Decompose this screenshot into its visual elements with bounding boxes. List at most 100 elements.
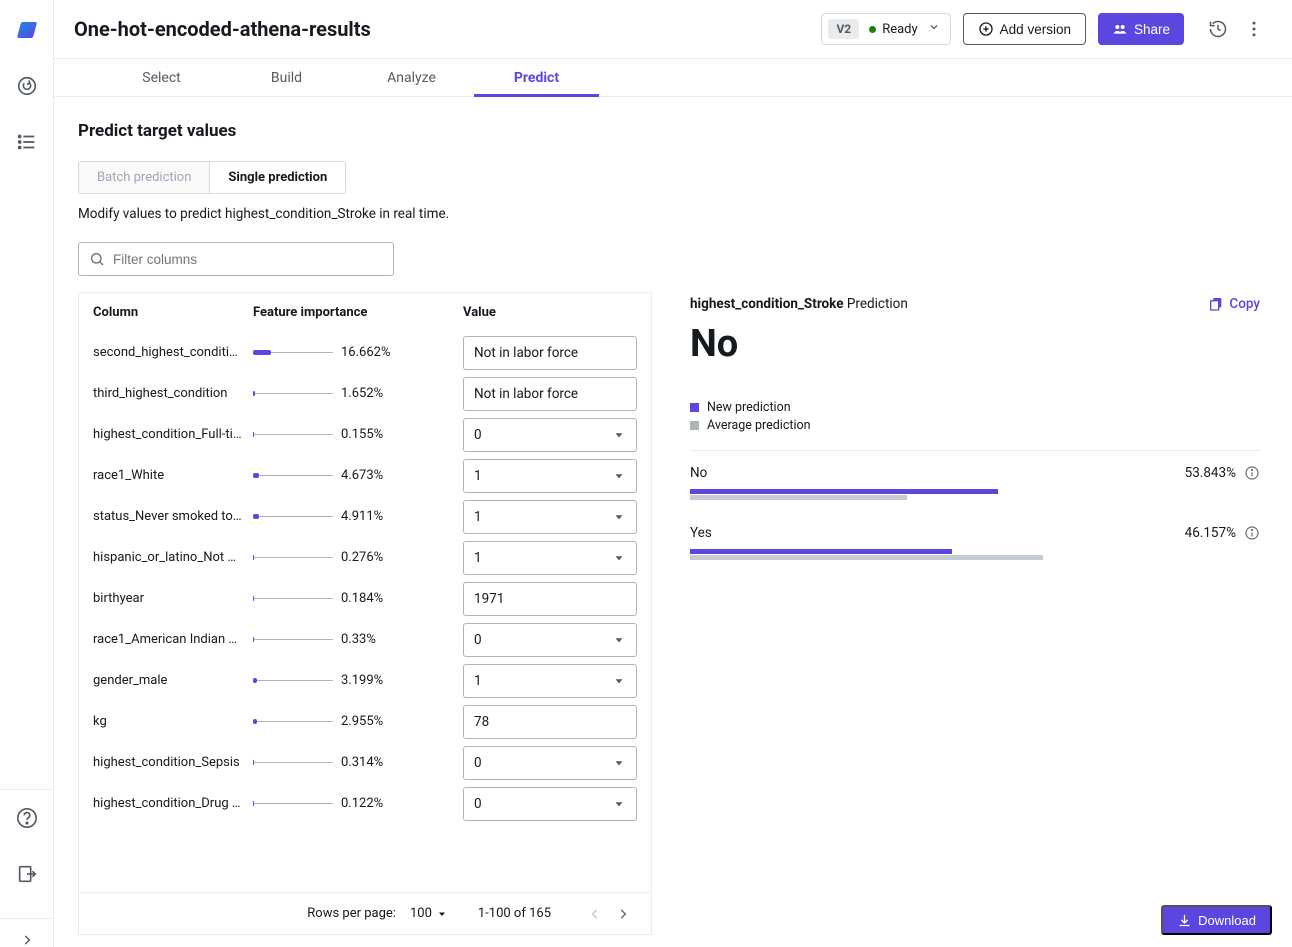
page-title: One-hot-encoded-athena-results (74, 17, 821, 41)
value-input[interactable]: 0 (463, 787, 637, 821)
value-input[interactable]: 78 (463, 705, 637, 739)
feature-importance: 0.33% (253, 632, 463, 647)
value-input[interactable]: 0 (463, 623, 637, 657)
prediction-title: highest_condition_Stroke Prediction (690, 296, 908, 312)
column-name: gender_male (93, 673, 253, 688)
copy-button[interactable]: Copy (1208, 296, 1260, 312)
feature-importance: 3.199% (253, 673, 463, 688)
rpp-label: Rows per page: (307, 906, 396, 921)
add-version-label: Add version (1000, 22, 1071, 37)
column-name: race1_American Indian or ... (93, 632, 253, 647)
share-label: Share (1134, 22, 1170, 37)
legend-new-swatch (690, 403, 699, 412)
refresh-circle-icon[interactable] (15, 74, 39, 98)
column-name: highest_condition_Full-ti... (93, 427, 253, 442)
value-input[interactable]: 1 (463, 541, 637, 575)
table-row: race1_American Indian or ...0.33%0 (79, 619, 651, 660)
value-input[interactable]: 0 (463, 746, 637, 780)
legend: New prediction Average prediction (690, 400, 1260, 436)
share-button[interactable]: Share (1098, 13, 1184, 45)
feature-importance: 4.911% (253, 509, 463, 524)
legend-avg-swatch (690, 421, 699, 430)
table-row: hispanic_or_latino_Not Hi...0.276%1 (79, 537, 651, 578)
feature-importance: 4.673% (253, 468, 463, 483)
table-row: kg2.955%78 (79, 701, 651, 742)
feature-importance: 0.155% (253, 427, 463, 442)
value-input[interactable]: 1971 (463, 582, 637, 616)
th-column: Column (93, 305, 253, 320)
table-row: third_highest_condition1.652%Not in labo… (79, 373, 651, 414)
status-dot (869, 26, 876, 33)
list-icon[interactable] (15, 130, 39, 154)
column-name: race1_White (93, 468, 253, 483)
range-text: 1-100 of 165 (478, 906, 551, 921)
table-row: highest_condition_Full-ti...0.155%0 (79, 414, 651, 455)
info-icon[interactable] (1244, 525, 1260, 541)
tab-analyze[interactable]: Analyze (349, 59, 474, 97)
column-name: highest_condition_Drug o... (93, 796, 253, 811)
table-row: second_highest_condition16.662%Not in la… (79, 332, 651, 373)
hint-text: Modify values to predict highest_conditi… (78, 206, 1276, 222)
add-version-button[interactable]: Add version (963, 13, 1086, 45)
status-text: Ready (882, 22, 917, 37)
th-value: Value (463, 305, 637, 320)
main-tabs: Select Build Analyze Predict (54, 59, 1292, 97)
value-input[interactable]: 1 (463, 500, 637, 534)
prediction-result: No (690, 322, 1260, 366)
column-name: second_highest_condition (93, 345, 253, 360)
table-row: highest_condition_Drug o...0.122%0 (79, 783, 651, 824)
feature-importance: 0.314% (253, 755, 463, 770)
table-row: race1_White4.673%1 (79, 455, 651, 496)
th-feature-importance: Feature importance (253, 305, 463, 320)
column-name: status_Never smoked tob... (93, 509, 253, 524)
version-status-pill[interactable]: V2 Ready (821, 13, 950, 45)
filter-columns-input[interactable] (78, 242, 394, 276)
feature-importance: 0.276% (253, 550, 463, 565)
value-input[interactable]: Not in labor force (463, 377, 637, 411)
tab-select[interactable]: Select (99, 59, 224, 97)
header: One-hot-encoded-athena-results V2 Ready … (54, 0, 1292, 59)
help-icon[interactable] (15, 806, 39, 830)
value-input[interactable]: 1 (463, 664, 637, 698)
expand-rail-button[interactable] (0, 918, 53, 947)
section-title: Predict target values (78, 121, 1276, 141)
more-vert-icon[interactable] (1236, 19, 1272, 39)
feature-importance: 16.662% (253, 345, 463, 360)
table-row: birthyear0.184%1971 (79, 578, 651, 619)
subtab-single[interactable]: Single prediction (209, 161, 346, 194)
prediction-subtabs: Batch prediction Single prediction (78, 161, 1276, 194)
download-button[interactable]: Download (1161, 905, 1272, 935)
probability-row: Yes46.157% (690, 525, 1260, 561)
feature-importance: 0.184% (253, 591, 463, 606)
feature-importance: 2.955% (253, 714, 463, 729)
rpp-select[interactable]: 100 (410, 906, 448, 921)
value-input[interactable]: 0 (463, 418, 637, 452)
prev-page-button[interactable] (581, 907, 609, 921)
subtab-batch[interactable]: Batch prediction (78, 161, 209, 194)
download-icon (1177, 913, 1192, 928)
info-icon[interactable] (1244, 465, 1260, 481)
search-icon (89, 251, 105, 267)
column-name: kg (93, 714, 253, 729)
copy-icon (1208, 296, 1224, 312)
logo-icon[interactable] (15, 18, 39, 42)
logout-icon[interactable] (15, 862, 39, 886)
history-icon[interactable] (1200, 19, 1236, 39)
tab-predict[interactable]: Predict (474, 59, 599, 97)
table-row: gender_male3.199%1 (79, 660, 651, 701)
next-page-button[interactable] (609, 907, 637, 921)
value-input[interactable]: 1 (463, 459, 637, 493)
column-name: third_highest_condition (93, 386, 253, 401)
table-row: status_Never smoked tob...4.911%1 (79, 496, 651, 537)
prediction-panel: highest_condition_Stroke Prediction Copy… (670, 292, 1276, 935)
chevron-down-icon (926, 21, 950, 37)
left-rail (0, 0, 54, 947)
column-name: hispanic_or_latino_Not Hi... (93, 550, 253, 565)
tab-build[interactable]: Build (224, 59, 349, 97)
column-name: highest_condition_Sepsis (93, 755, 253, 770)
search-input[interactable] (113, 252, 383, 267)
feature-importance: 1.652% (253, 386, 463, 401)
column-name: birthyear (93, 591, 253, 606)
value-input[interactable]: Not in labor force (463, 336, 637, 370)
features-table: Column Feature importance Value second_h… (78, 292, 652, 935)
